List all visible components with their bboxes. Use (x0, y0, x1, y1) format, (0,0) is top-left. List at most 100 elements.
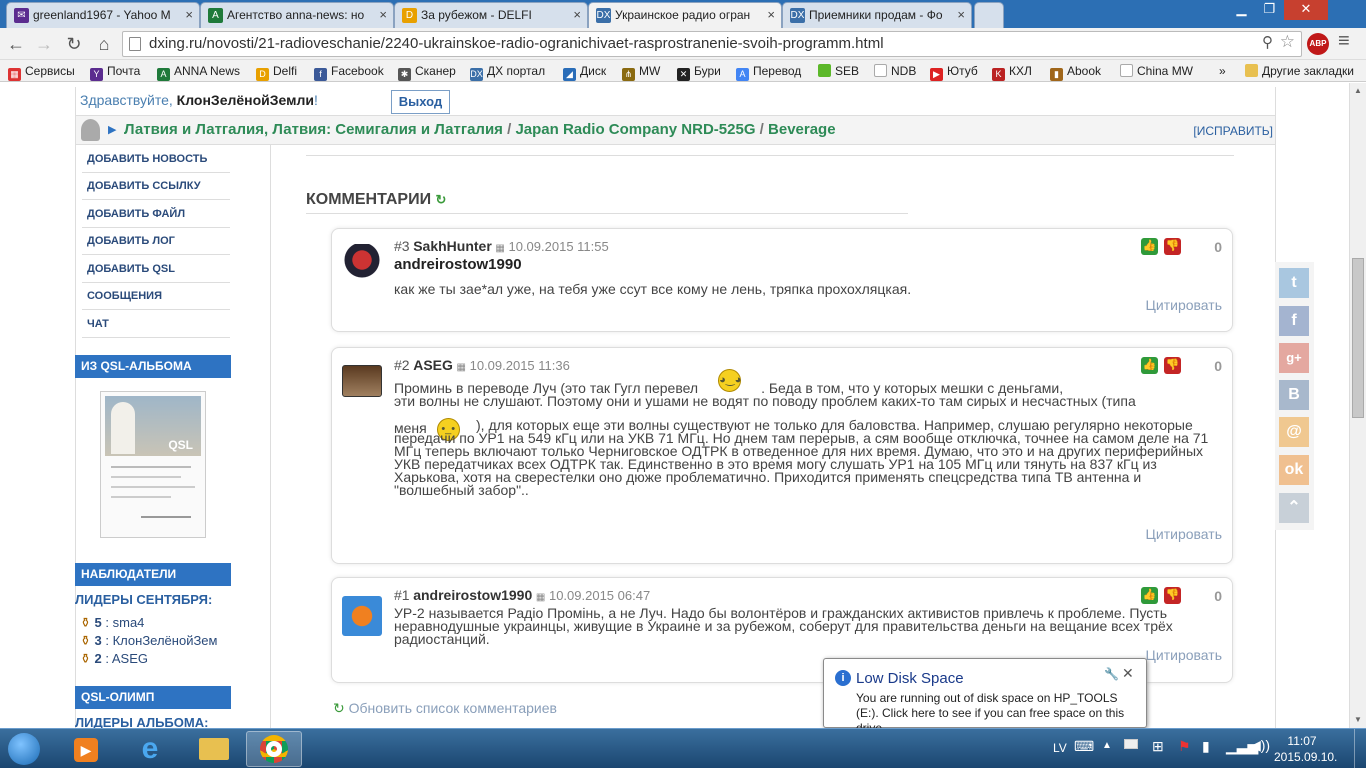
bookmark-translate[interactable]: A Перевод (736, 62, 801, 81)
start-button[interactable] (0, 731, 48, 767)
odnoklassniki-icon[interactable]: ok (1279, 455, 1309, 485)
thumbs-up-icon[interactable]: 👍 (1141, 238, 1158, 255)
bookmark-disk[interactable]: ◢ Диск (563, 62, 606, 81)
logout-button[interactable]: Выход (391, 90, 450, 114)
volume-icon[interactable]: ◀)) (1250, 737, 1270, 754)
close-icon[interactable]: × (957, 3, 965, 27)
forward-icon[interactable]: → (32, 32, 56, 56)
observers-heading[interactable]: НАБЛЮДАТЕЛИ (75, 563, 231, 586)
tab-delfi[interactable]: D За рубежом - DELFI × (394, 2, 588, 28)
scroll-top-icon[interactable]: ⌃ (1279, 493, 1309, 523)
show-hidden-icons[interactable]: ▲ (1102, 740, 1112, 751)
bookmark-abook[interactable]: ▮ Abook (1050, 62, 1101, 81)
bookmark-scanner[interactable]: ✱ Сканер (398, 62, 456, 81)
vk-icon[interactable]: B (1279, 380, 1309, 410)
sidebar-add-qsl[interactable]: ДОБАВИТЬ QSL (82, 256, 230, 283)
sidebar-add-file[interactable]: ДОБАВИТЬ ФАЙЛ (82, 201, 230, 228)
close-icon[interactable]: × (185, 3, 193, 27)
bookmark-mail[interactable]: Y Почта (90, 62, 140, 81)
sidebar-add-link[interactable]: ДОБАВИТЬ ССЫЛКУ (82, 173, 230, 200)
reply-to-user[interactable]: andreirostow1990 (394, 256, 522, 273)
action-center-icon[interactable]: ⚑ (1178, 738, 1191, 755)
scroll-down-icon[interactable]: ▼ (1354, 715, 1362, 724)
location-receiver[interactable]: Japan Radio Company NRD-525G (515, 121, 755, 138)
show-desktop-button[interactable] (1354, 729, 1366, 769)
address-bar[interactable]: dxing.ru/novosti/21-radioveschanie/2240-… (122, 31, 1302, 57)
fix-link[interactable]: [ИСПРАВИТЬ] (1193, 124, 1273, 138)
back-icon[interactable]: ← (4, 32, 28, 56)
mail-ru-icon[interactable]: @ (1279, 417, 1309, 447)
google-plus-icon[interactable]: g+ (1279, 343, 1309, 373)
bookmark-services[interactable]: ▦ Сервисы (8, 62, 75, 81)
location-region[interactable]: Латвия и Латгалия, Латвия: Семигалия и Л… (124, 121, 503, 138)
windows-flag-icon[interactable]: ⊞ (1152, 738, 1164, 755)
refresh-comments-link[interactable]: ↻ Обновить список комментариев (333, 700, 557, 717)
close-icon[interactable]: × (767, 3, 775, 27)
comment-number[interactable]: #1 (394, 587, 410, 603)
quote-button[interactable]: Цитировать (1146, 526, 1222, 542)
media-player-icon[interactable]: ▶ (58, 731, 114, 767)
keyboard-icon[interactable]: ⌨ (1074, 738, 1094, 755)
tab-ukrainian-radio[interactable]: DX Украинское радио огран × (588, 2, 782, 28)
star-icon[interactable]: ☆ (1280, 32, 1295, 52)
close-window-button[interactable]: ✕ (1284, 0, 1328, 20)
bookmark-facebook[interactable]: f Facebook (314, 62, 384, 81)
sidebar-add-news[interactable]: ДОБАВИТЬ НОВОСТЬ (82, 146, 230, 173)
leader-row[interactable]: ⚱ 5 : sma4 (80, 614, 217, 632)
bookmark-china-mw[interactable]: China MW (1120, 62, 1193, 80)
close-icon[interactable]: × (379, 3, 387, 27)
sidebar-add-log[interactable]: ДОБАВИТЬ ЛОГ (82, 228, 230, 255)
thumbs-down-icon[interactable]: 👎 (1164, 587, 1181, 604)
thumbs-down-icon[interactable]: 👎 (1164, 238, 1181, 255)
bookmark-khl[interactable]: K КХЛ (992, 62, 1032, 81)
language-indicator[interactable]: LV (1053, 741, 1067, 755)
settings-wrench-icon[interactable]: 🔧 (1104, 667, 1119, 681)
username[interactable]: КлонЗелёнойЗемли (177, 92, 314, 108)
adblock-icon[interactable]: ABP (1307, 33, 1329, 55)
home-icon[interactable]: ⌂ (92, 32, 116, 56)
power-icon[interactable]: ▮ (1202, 738, 1210, 755)
clock[interactable]: 11:07 2015.09.10. (1274, 733, 1337, 765)
quote-button[interactable]: Цитировать (1146, 647, 1222, 663)
menu-icon[interactable]: ≡ (1338, 30, 1350, 53)
thumbs-up-icon[interactable]: 👍 (1141, 587, 1158, 604)
low-disk-space-notification[interactable]: i Low Disk Space You are running out of … (823, 658, 1147, 735)
comment-author[interactable]: andreirostow1990 (413, 587, 532, 603)
explorer-folder-icon[interactable] (186, 731, 242, 767)
qsl-card-image[interactable]: QSL (100, 391, 206, 538)
tab-anna-news[interactable]: A Агентство anna-news: но × (200, 2, 394, 28)
location-antenna[interactable]: Beverage (768, 121, 836, 138)
facebook-icon[interactable]: f (1279, 306, 1309, 336)
comment-author[interactable]: SakhHunter (413, 238, 492, 254)
bookmark-storms[interactable]: ✕ Бури (677, 62, 721, 81)
thumbs-up-icon[interactable]: 👍 (1141, 357, 1158, 374)
refresh-icon[interactable]: ↻ (436, 192, 447, 207)
sidebar-chat[interactable]: ЧАТ (82, 311, 230, 338)
reload-icon[interactable]: ↻ (62, 32, 86, 56)
twitter-icon[interactable]: t (1279, 268, 1309, 298)
comment-number[interactable]: #2 (394, 357, 410, 373)
bookmark-dx-portal[interactable]: DX ДХ портал (470, 62, 545, 81)
qsl-olimp-heading[interactable]: QSL-ОЛИМП (75, 686, 231, 709)
comment-number[interactable]: #3 (394, 238, 410, 254)
maximize-button[interactable]: ❐ (1256, 0, 1283, 20)
bookmark-mw[interactable]: ⋔ MW (622, 62, 660, 81)
internet-explorer-icon[interactable]: e (122, 731, 178, 767)
sidebar-messages[interactable]: СООБЩЕНИЯ (82, 283, 230, 310)
new-tab-button[interactable] (974, 2, 1004, 28)
minimize-button[interactable]: ▁ (1228, 0, 1255, 20)
page-scrollbar[interactable]: ▲ ▼ (1349, 83, 1366, 728)
qsl-album-heading[interactable]: ИЗ QSL-АЛЬБОМА (75, 355, 231, 378)
chrome-icon[interactable] (246, 731, 302, 767)
quote-button[interactable]: Цитировать (1146, 297, 1222, 313)
leader-row[interactable]: ⚱ 2 : ASEG (80, 650, 217, 668)
tab-receivers[interactable]: DX Приемники продам - Фо × (782, 2, 972, 28)
thumbs-down-icon[interactable]: 👎 (1164, 357, 1181, 374)
zoom-icon[interactable]: ⚲ (1262, 33, 1273, 51)
tab-yahoo-mail[interactable]: ✉ greenland1967 - Yahoo M × (6, 2, 200, 28)
close-icon[interactable]: ✕ (1122, 665, 1134, 682)
bookmark-youtube[interactable]: ▶ Ютуб (930, 62, 978, 81)
scrollbar-thumb[interactable] (1352, 258, 1364, 418)
bookmark-other[interactable]: Другие закладки (1245, 62, 1354, 80)
leader-row[interactable]: ⚱ 3 : КлонЗелёнойЗем (80, 632, 217, 650)
